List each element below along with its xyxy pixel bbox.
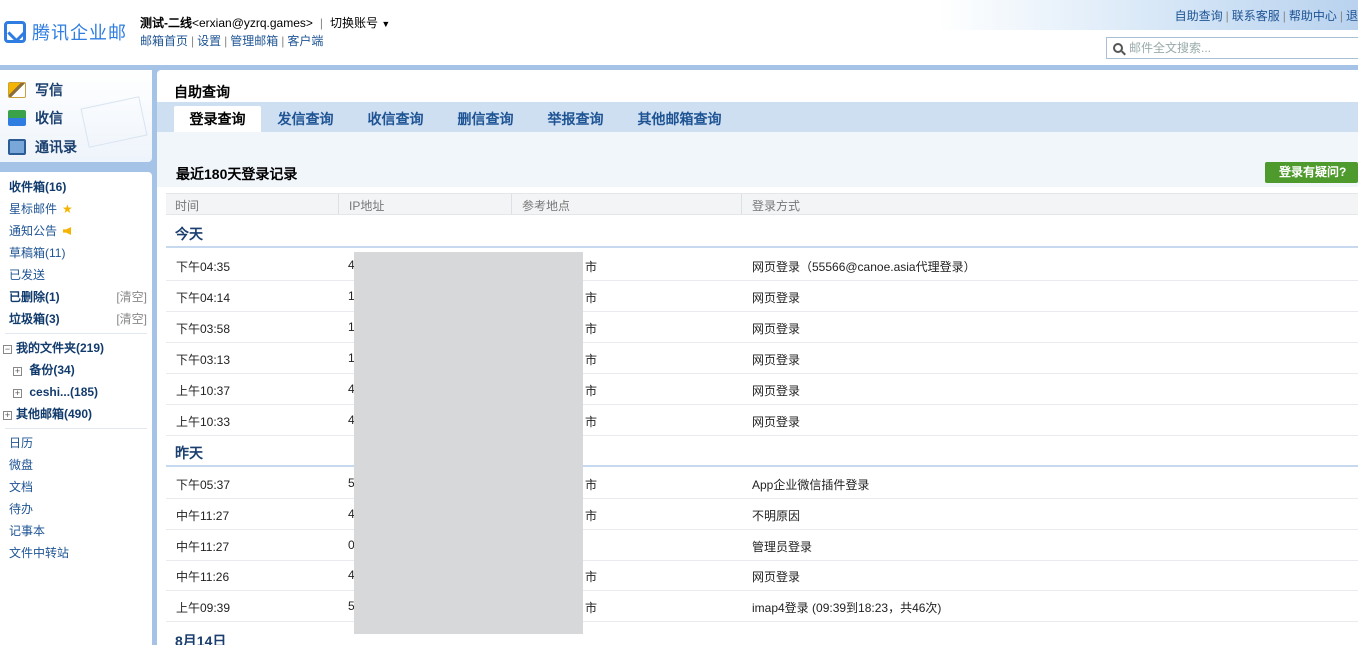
sidebar-item-drafts[interactable]: 草稿箱(11): [9, 243, 147, 263]
collapse-icon[interactable]: −: [3, 345, 12, 354]
table-row: 下午03:13 1 市 网页登录: [166, 343, 1358, 374]
page-title: 自助查询: [174, 84, 230, 100]
table-row: 上午10:33 4 市 网页登录: [166, 405, 1358, 436]
column-header-method: 登录方式: [752, 199, 801, 213]
tab-delete-query[interactable]: 删信查询: [448, 106, 523, 132]
logout-link[interactable]: 退: [1346, 9, 1358, 23]
tab-bar: 登录查询 发信查询 收信查询 删信查询 举报查询 其他邮箱查询: [157, 102, 1358, 132]
pencil-icon: [8, 82, 26, 98]
search-icon: [1113, 43, 1123, 53]
column-header-location: 参考地点: [522, 199, 571, 213]
tab-login-query[interactable]: 登录查询: [174, 106, 261, 132]
tab-other-mailbox-query[interactable]: 其他邮箱查询: [628, 106, 731, 132]
table-row: 下午04:35 4 市 网页登录（55566@canoe.asia代理登录）: [166, 250, 1358, 281]
client-link[interactable]: 客户端: [287, 34, 323, 48]
envelope-decoration-icon: [80, 96, 148, 148]
logo-text: 腾讯企业邮: [32, 23, 127, 43]
caret-down-icon: ▼: [381, 19, 391, 29]
table-row: 中午11:27 4 市 不明原因: [166, 499, 1358, 530]
sidebar-app-docs[interactable]: 文档: [9, 477, 147, 497]
top-header: 腾讯企业邮 测试-二线<erxian@yzrq.games> | 切换账号 ▼ 邮箱…: [0, 0, 1358, 65]
section-header-band: [157, 132, 1358, 187]
sidebar-folder-backup[interactable]: + 备份(34): [13, 360, 151, 380]
top-links: 自助查询 | 联系客服 | 帮助中心 | 退: [1174, 9, 1358, 23]
redaction-overlay: [354, 252, 583, 634]
address-book-icon: [8, 139, 26, 155]
sidebar-item-my-folders[interactable]: − 我的文件夹(219): [3, 338, 141, 358]
group-header-yesterday: 昨天: [166, 434, 1358, 467]
sidebar-item-spam[interactable]: 垃圾箱(3) [清空]: [9, 309, 147, 329]
sidebar-folder-ceshi[interactable]: + ceshi...(185): [13, 382, 151, 402]
column-header-time: 时间: [175, 199, 200, 213]
contact-support-link[interactable]: 联系客服: [1232, 9, 1280, 23]
inbox-download-icon: [8, 110, 26, 126]
sidebar-item-other-mailboxes[interactable]: + 其他邮箱(490): [3, 404, 141, 424]
column-header-ip: IP地址: [349, 199, 385, 213]
sidebar-app-drive[interactable]: 微盘: [9, 455, 147, 475]
table-row: 下午05:37 5 市 App企业微信插件登录: [166, 468, 1358, 499]
table-row: 上午09:39 5 市 imap4登录 (09:39到18:23，共46次): [166, 591, 1358, 622]
sidebar-divider: [5, 333, 147, 334]
sidebar-item-inbox[interactable]: 收件箱(16): [9, 177, 147, 197]
sidebar: 收件箱(16) 星标邮件 ★ 通知公告 草稿箱(11) 已发送 已删除(1) [清空…: [0, 172, 152, 645]
login-help-button[interactable]: 登录有疑问?: [1265, 162, 1358, 183]
sidebar-app-todo[interactable]: 待办: [9, 499, 147, 519]
star-icon: ★: [62, 202, 73, 216]
search-input[interactable]: [1129, 41, 1329, 55]
main-panel: 自助查询 登录查询 发信查询 收信查询 删信查询 举报查询 其他邮箱查询 最近1…: [157, 70, 1358, 645]
self-service-link[interactable]: 自助查询: [1175, 9, 1223, 23]
sidebar-divider: [5, 428, 147, 429]
user-email: <erxian@yzrq.games>: [192, 16, 313, 30]
compose-panel: 写信 收信 通讯录: [0, 70, 152, 162]
group-header-today: 今天: [166, 215, 1358, 248]
sidebar-app-calendar[interactable]: 日历: [9, 433, 147, 453]
table-row: 中午11:26 4 市 网页登录: [166, 560, 1358, 591]
sidebar-app-notes[interactable]: 记事本: [9, 521, 147, 541]
logo[interactable]: 腾讯企业邮: [4, 18, 127, 46]
user-name: 测试-二线: [140, 16, 192, 30]
table-row: 下午03:58 1 市 网页登录: [166, 312, 1358, 343]
sidebar-item-starred[interactable]: 星标邮件 ★: [9, 199, 147, 219]
switch-account-link[interactable]: 切换账号 ▼: [330, 16, 390, 30]
sidebar-item-deleted[interactable]: 已删除(1) [清空]: [9, 287, 147, 307]
receive-button[interactable]: 收信: [8, 108, 63, 128]
mail-logo-icon: [4, 21, 26, 43]
table-header: 时间 IP地址 参考地点 登录方式: [166, 193, 1358, 215]
mailbox-home-link[interactable]: 邮箱首页: [140, 34, 188, 48]
tab-report-query[interactable]: 举报查询: [538, 106, 613, 132]
sidebar-item-sent[interactable]: 已发送: [9, 265, 147, 285]
settings-link[interactable]: 设置: [197, 34, 221, 48]
table-row: 下午04:14 1 市 网页登录: [166, 281, 1358, 312]
table-row: 上午10:37 4 市 网页登录: [166, 374, 1358, 405]
tab-receive-query[interactable]: 收信查询: [358, 106, 433, 132]
expand-icon[interactable]: +: [3, 411, 12, 420]
expand-icon[interactable]: +: [13, 389, 22, 398]
expand-icon[interactable]: +: [13, 367, 22, 376]
user-info: 测试-二线<erxian@yzrq.games> | 切换账号 ▼ 邮箱首页 | 设置 |…: [140, 16, 391, 48]
speaker-icon: [63, 227, 72, 235]
table-row: 中午11:27 0 管理员登录: [166, 530, 1358, 561]
tab-send-query[interactable]: 发信查询: [268, 106, 343, 132]
clear-spam-link[interactable]: [清空]: [116, 309, 147, 329]
admin-mailbox-link[interactable]: 管理邮箱: [230, 34, 278, 48]
contacts-button[interactable]: 通讯录: [8, 137, 77, 157]
search-box[interactable]: [1106, 37, 1358, 59]
clear-deleted-link[interactable]: [清空]: [116, 287, 147, 307]
write-button[interactable]: 写信: [8, 80, 63, 100]
sidebar-app-file-transfer[interactable]: 文件中转站: [9, 543, 147, 563]
group-header-aug-14: 8月14日: [166, 622, 1358, 645]
sidebar-item-notices[interactable]: 通知公告: [9, 221, 147, 241]
section-title: 最近180天登录记录: [176, 166, 298, 182]
help-center-link[interactable]: 帮助中心: [1289, 9, 1337, 23]
